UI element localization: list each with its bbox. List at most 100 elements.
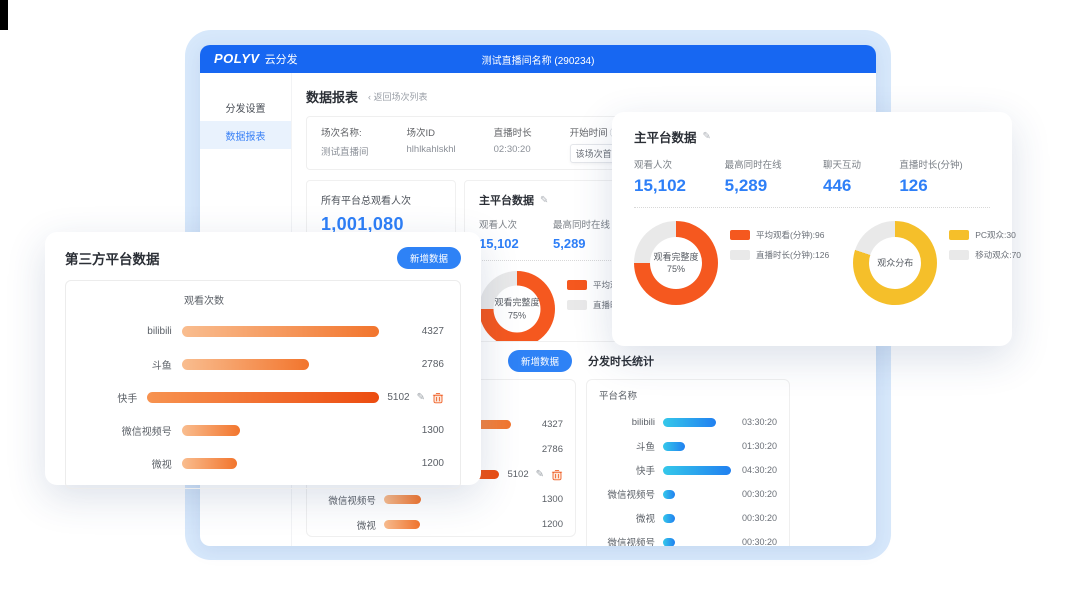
- main-platform-title: 主平台数据: [479, 192, 534, 208]
- bar-label: 微信视频号: [319, 493, 376, 507]
- views-bar: [384, 520, 420, 529]
- bar-value: 2786: [542, 444, 563, 455]
- donut-center-line1: 观看完整度: [494, 297, 539, 309]
- stat-label: 直播时长(分钟): [899, 157, 990, 171]
- audience-donut-group: 观众分布PC观众:30移动观众:70: [853, 221, 1021, 305]
- info-field-label: 直播时长: [494, 125, 532, 139]
- bar-value: 5102: [387, 392, 409, 403]
- duration-bar-track: [663, 466, 731, 475]
- bar-track: [182, 458, 414, 469]
- sidebar-item-数据报表[interactable]: 数据报表: [200, 121, 291, 149]
- info-field-value: hlhlkahlskhl: [407, 144, 456, 155]
- duration-column-header: 平台名称: [599, 388, 777, 402]
- bar-track: [182, 326, 414, 337]
- third-party-card-header: 第三方平台数据 新增数据: [45, 232, 481, 280]
- edit-icon[interactable]: ✎: [540, 195, 548, 206]
- duration-value: 03:30:20: [742, 417, 777, 427]
- info-field-label: 场次名称:: [321, 125, 369, 139]
- legend-item: 直播时长(分钟):126: [730, 249, 829, 261]
- views-chart-floating: 观看次数bilibili4327斗鱼2786快手5102✎微信视频号1300微视…: [82, 292, 444, 480]
- info-field-value: 测试直播间: [321, 144, 369, 158]
- completeness-donut-group: 观看完整度75%平均观看(分钟):96直播时长(分钟):126: [634, 221, 829, 305]
- stat-观看人次: 观看人次15,102: [634, 157, 725, 196]
- add-data-button-floating[interactable]: 新增数据: [397, 247, 461, 269]
- duration-label: 斗鱼: [599, 439, 655, 453]
- stat-value: 15,102: [634, 176, 725, 196]
- bar-label: 微视: [319, 518, 376, 532]
- legend-swatch: [730, 230, 750, 240]
- duration-label: bilibili: [599, 417, 655, 428]
- row-icons: ✎: [536, 469, 563, 481]
- main-platform-floating-title-row: 主平台数据 ✎: [634, 127, 990, 146]
- donut-center-label: 观众分布: [869, 237, 921, 289]
- bar-label: 斗鱼: [82, 357, 172, 372]
- views-bar: [182, 326, 379, 337]
- legend-item: 平均观看(分钟):96: [730, 229, 829, 241]
- back-link-label: 返回场次列表: [374, 92, 428, 102]
- audience-donut: 观众分布: [853, 221, 937, 305]
- add-data-button[interactable]: 新增数据: [508, 350, 572, 372]
- duration-value: 00:30:20: [742, 537, 777, 546]
- legend-label: PC观众:30: [975, 229, 1016, 241]
- bar-value: 2786: [422, 359, 444, 370]
- legend-swatch: [949, 250, 969, 260]
- sidebar-item-分发设置[interactable]: 分发设置: [200, 93, 291, 121]
- back-link[interactable]: ‹ 返回场次列表: [368, 90, 428, 103]
- views-bar: [147, 392, 379, 403]
- bar-row-微信视频号: 微信视频号1300: [319, 487, 563, 512]
- row-icons: ✎: [417, 392, 444, 404]
- views-bar: [384, 495, 422, 504]
- bar-value: 4327: [542, 419, 563, 430]
- bar-value: 1300: [422, 425, 444, 436]
- donut-center-line2: 75%: [667, 263, 685, 275]
- donut-center-line2: 75%: [508, 309, 526, 321]
- delete-icon[interactable]: [551, 469, 563, 481]
- bar-track: [384, 520, 534, 529]
- stat-value: 446: [823, 176, 899, 196]
- duration-label: 快手: [599, 463, 655, 477]
- stat-最高同时在线: 最高同时在线 5,289: [725, 157, 823, 196]
- duration-row-bilibili: bilibili 03:30:20: [599, 410, 777, 434]
- duration-bar-track: [663, 538, 731, 547]
- bar-row-微信视频号: 微信视频号1300: [82, 414, 444, 447]
- views-bar: [182, 359, 310, 370]
- stat-value: 15,102: [479, 236, 553, 251]
- duration-bar-track: [663, 442, 731, 451]
- donut-center-line1: 观众分布: [877, 257, 913, 269]
- main-platform-title: 主平台数据: [634, 127, 697, 146]
- info-field-label: 场次ID: [407, 125, 456, 139]
- bar-label: 快手: [82, 390, 137, 405]
- stat-label: 最高同时在线: [725, 157, 823, 171]
- bar-row-快手: 快手 5102 ✎: [82, 381, 444, 414]
- screenshot-stage: POLYV 云分发 测试直播间名称 (290234) 分发设置数据报表 数据报表…: [0, 0, 1080, 599]
- app-header: POLYV 云分发 测试直播间名称 (290234): [200, 45, 876, 73]
- views-column-header: 观看次数: [184, 292, 444, 307]
- info-field: 场次名称: 测试直播间: [321, 125, 369, 163]
- duration-bar: [663, 418, 716, 427]
- duration-row-快手: 快手04:30:20: [599, 458, 777, 482]
- main-platform-card-floating: 主平台数据 ✎ 观看人次15,102最高同时在线5,289聊天互动446直播时长…: [612, 112, 1012, 346]
- duration-rows: bilibili03:30:20斗鱼01:30:20快手04:30:20微信视频…: [599, 410, 777, 546]
- duration-label: 微视: [599, 511, 655, 525]
- duration-bar: [663, 442, 685, 451]
- legend-swatch: [567, 300, 587, 310]
- delete-icon[interactable]: [432, 392, 444, 404]
- duration-row-微信视频号: 微信视频号 00:30:20: [599, 482, 777, 506]
- bar-track: [182, 425, 414, 436]
- bar-track: [147, 392, 379, 403]
- duration-label: 微信视频号: [599, 487, 655, 501]
- bar-row-微视: 微视1200: [82, 447, 444, 480]
- bar-value: 5102: [507, 469, 528, 480]
- duration-section-title: 分发时长统计: [588, 353, 654, 369]
- donut-charts-floating: 观看完整度75%平均观看(分钟):96直播时长(分钟):126观众分布PC观众:…: [634, 221, 990, 305]
- duration-value: 00:30:20: [742, 513, 777, 523]
- stat-value: 5,289: [725, 176, 823, 196]
- duration-row-斗鱼: 斗鱼01:30:20: [599, 434, 777, 458]
- legend-swatch: [949, 230, 969, 240]
- edit-icon[interactable]: ✎: [703, 131, 711, 142]
- edit-icon[interactable]: ✎: [536, 469, 544, 480]
- legend-swatch: [730, 250, 750, 260]
- views-bar: [182, 458, 238, 469]
- edit-icon[interactable]: ✎: [417, 392, 425, 403]
- duration-value: 00:30:20: [742, 489, 777, 499]
